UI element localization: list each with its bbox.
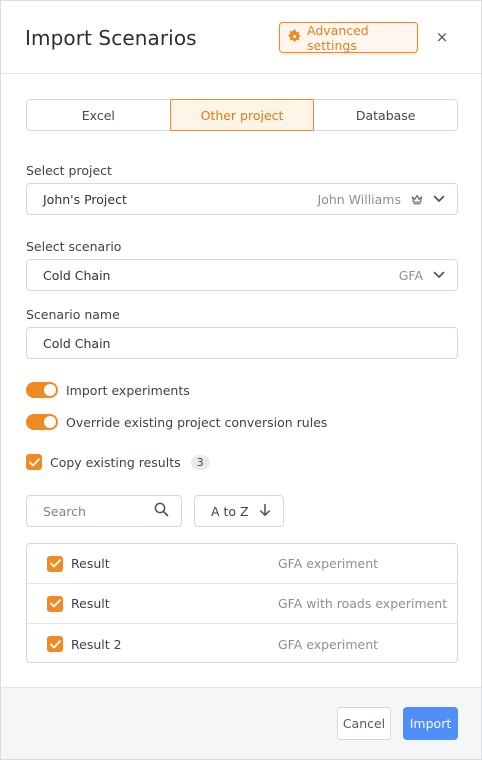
override-rules-label: Override existing project conversion rul… [66,414,328,430]
scenario-value: Cold Chain [43,267,111,283]
result-name: Result [71,596,110,611]
scenario-name-label: Scenario name [26,307,120,322]
sort-button[interactable]: A to Z [194,495,284,527]
import-experiments-label: Import experiments [66,382,190,398]
check-icon [49,559,61,568]
result-checkbox[interactable] [47,595,63,612]
tab-excel[interactable]: Excel [27,100,170,130]
toggle-knob [44,384,56,396]
select-project-dropdown[interactable]: John's Project John Williams [26,183,458,215]
search-placeholder: Search [43,503,86,519]
import-experiments-row: Import experiments [26,382,190,398]
sort-label: A to Z [211,503,249,519]
tab-other-project[interactable]: Other project [169,99,315,131]
source-tabs: Excel Other project Database [26,99,458,131]
scenario-name-input[interactable]: Cold Chain [26,327,458,359]
result-name: Result 2 [71,636,122,652]
search-icon [154,502,169,520]
scenario-name-value: Cold Chain [43,335,111,351]
project-owner: John Williams [317,191,401,207]
select-scenario-label: Select scenario [26,239,122,254]
arrow-down-icon [259,503,271,520]
cancel-button[interactable]: Cancel [337,707,391,740]
check-icon [49,639,61,648]
select-project-label: Select project [26,163,112,178]
list-item[interactable]: Result 2 GFA experiment [27,624,457,664]
override-rules-toggle[interactable] [26,414,58,430]
list-item[interactable]: Result GFA experiment [27,544,457,584]
result-checkbox[interactable] [47,636,63,652]
import-experiments-toggle[interactable] [26,382,58,398]
scenario-type: GFA [398,267,423,283]
chevron-down-icon [433,271,445,279]
search-input[interactable]: Search [26,495,182,527]
list-item[interactable]: Result GFA with roads experiment [27,584,457,624]
import-scenarios-dialog: Import Scenarios Advanced settings × Exc… [0,0,482,760]
toggle-knob [44,416,56,428]
copy-results-row: Copy existing results 3 [26,454,210,470]
result-experiment: GFA experiment [278,556,379,571]
advanced-settings-button[interactable]: Advanced settings [279,22,418,53]
check-icon [49,599,61,608]
project-value: John's Project [43,191,127,207]
gear-icon [287,29,302,47]
check-icon [28,457,40,466]
tab-database[interactable]: Database [314,100,457,130]
result-checkbox[interactable] [47,555,63,572]
copy-results-checkbox[interactable] [26,454,42,470]
crown-icon [411,194,423,205]
results-count-badge: 3 [190,454,210,470]
select-scenario-dropdown[interactable]: Cold Chain GFA [26,259,458,291]
close-icon[interactable]: × [433,27,451,47]
copy-results-label: Copy existing results [50,454,181,470]
advanced-settings-label: Advanced settings [307,22,369,53]
import-button[interactable]: Import [403,707,458,740]
override-rules-row: Override existing project conversion rul… [26,414,327,430]
dialog-header: Import Scenarios Advanced settings × [1,1,481,74]
dialog-title: Import Scenarios [25,26,197,50]
chevron-down-icon [433,195,445,203]
result-experiment: GFA with roads experiment [278,596,448,611]
results-list: Result GFA experiment Result GFA with ro… [26,543,458,663]
result-experiment: GFA experiment [278,636,379,652]
result-name: Result [71,556,110,571]
